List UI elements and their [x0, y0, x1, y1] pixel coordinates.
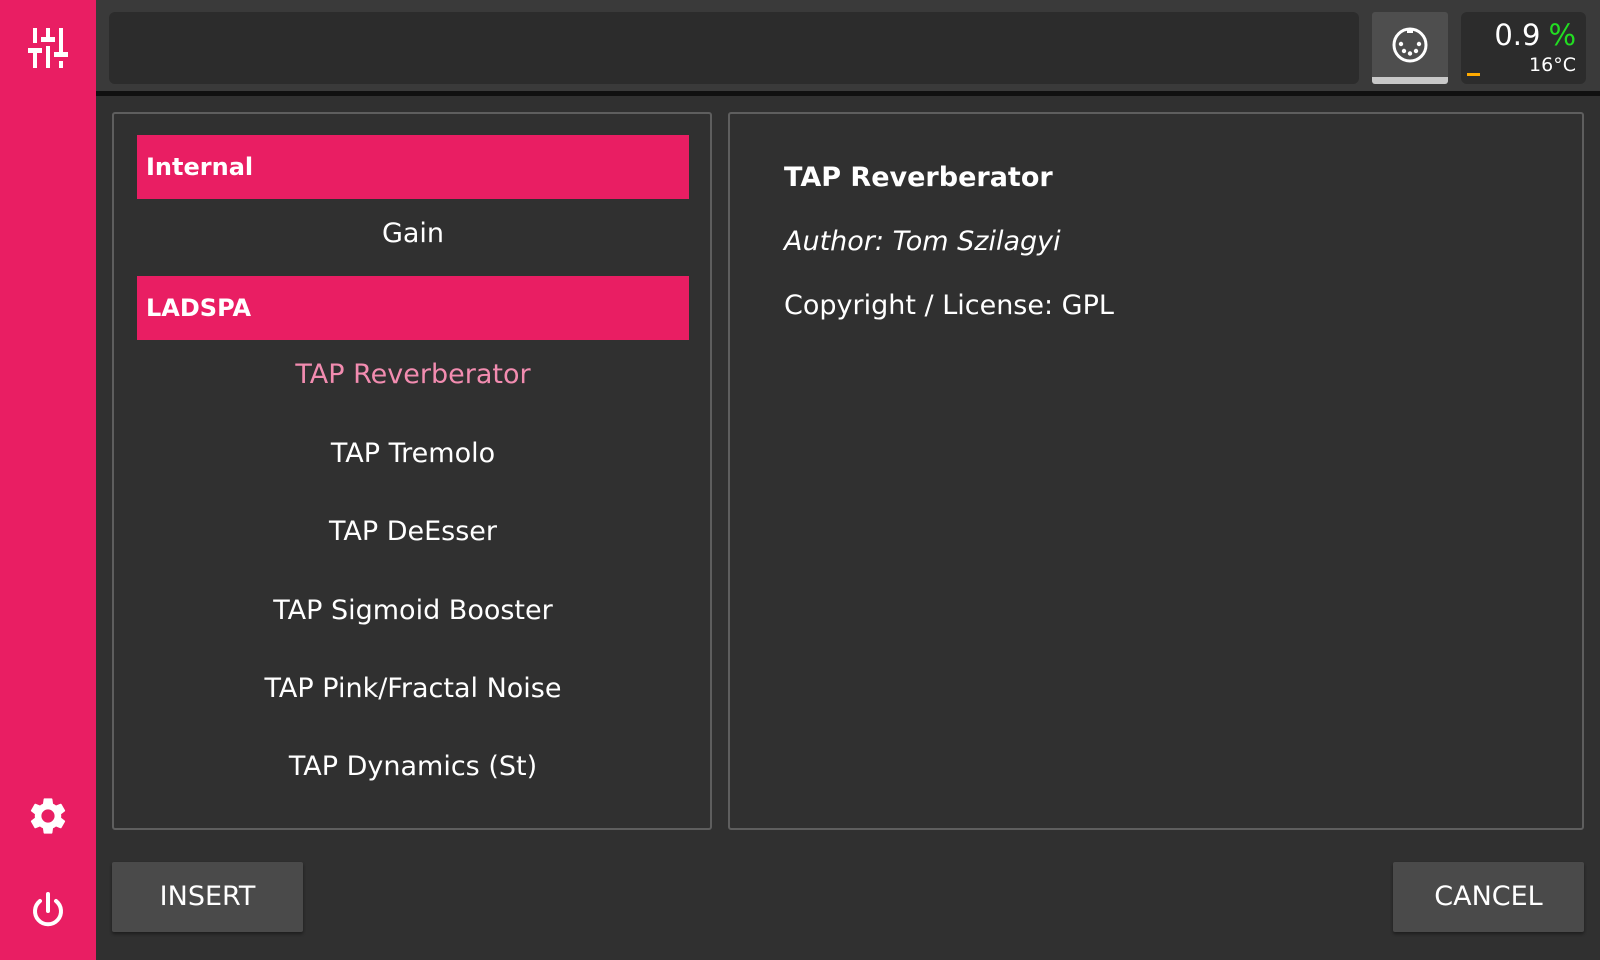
plugin-item-tap-reverberator[interactable]: TAP Reverberator: [137, 348, 689, 402]
cpu-load: 0.9%: [1494, 18, 1576, 52]
plugin-item-tap-sigmoid-booster[interactable]: TAP Sigmoid Booster: [137, 584, 689, 638]
temperature: 16°C: [1529, 54, 1576, 76]
plugin-item-tap-tremolo[interactable]: TAP Tremolo: [137, 427, 689, 481]
load-meter: [1467, 73, 1480, 76]
top-divider: [96, 91, 1600, 96]
gear-icon[interactable]: [26, 794, 70, 838]
plugin-item-tap-pink-fractal-noise[interactable]: TAP Pink/Fractal Noise: [137, 662, 689, 716]
plugin-license: Copyright / License: GPL: [784, 290, 1114, 321]
midi-button[interactable]: [1372, 12, 1448, 84]
plugin-list-panel: Internal Gain LADSPA TAP Reverberator TA…: [112, 112, 712, 830]
category-ladspa[interactable]: LADSPA: [137, 276, 689, 340]
midi-connector-icon: [1392, 27, 1428, 63]
insert-button[interactable]: INSERT: [112, 862, 303, 932]
plugin-item-tap-dynamics-st[interactable]: TAP Dynamics (St): [137, 740, 689, 794]
cpu-unit: %: [1548, 18, 1576, 52]
plugin-author: Author: Tom Szilagyi: [784, 226, 1061, 257]
mixer-icon[interactable]: [26, 26, 70, 70]
power-icon[interactable]: [26, 889, 70, 933]
status-panel: 0.9% 16°C: [1461, 12, 1586, 84]
plugin-item-gain[interactable]: Gain: [137, 207, 689, 261]
category-internal[interactable]: Internal: [137, 135, 689, 199]
plugin-title: TAP Reverberator: [784, 162, 1053, 193]
cancel-button[interactable]: CANCEL: [1393, 862, 1584, 932]
midi-activity-bar: [1372, 77, 1448, 84]
sidebar: [0, 0, 96, 960]
plugin-details-panel: TAP Reverberator Author: Tom Szilagyi Co…: [728, 112, 1584, 830]
cpu-value: 0.9: [1494, 18, 1541, 52]
title-display: [109, 12, 1359, 84]
plugin-item-tap-deesser[interactable]: TAP DeEsser: [137, 505, 689, 559]
